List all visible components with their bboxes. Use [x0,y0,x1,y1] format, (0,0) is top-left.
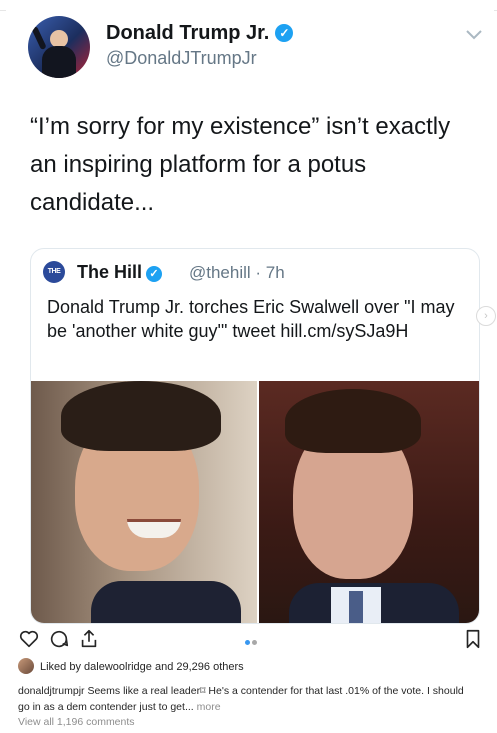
heart-icon[interactable] [18,628,40,650]
author-name[interactable]: Donald Trump Jr. ✓ [106,22,294,45]
liker-avatar [18,658,34,674]
quoted-tweet-header: THE HILL The Hill ✓ @thehill · 7h [43,261,463,297]
quoted-author-name[interactable]: The Hill ✓ [77,262,163,283]
bookmark-icon[interactable] [462,628,484,650]
tweet-text: “I’m sorry for my existence” isn’t exact… [30,113,451,216]
chevron-right-icon[interactable]: › [476,306,496,326]
carousel-dot [252,640,257,645]
quoted-tweet-images[interactable] [31,381,479,623]
view-all-comments-link[interactable]: View all 1,196 comments [18,716,135,728]
author-handle[interactable]: @DonaldJTrumpJr [106,48,257,69]
photo-right [259,381,479,623]
verified-badge-icon: ✓ [275,24,294,42]
post-caption: donaldjtrumpjr Seems like a real leader⌑… [18,683,478,715]
verified-badge-icon: ✓ [146,266,163,282]
quoted-tweet[interactable]: THE HILL The Hill ✓ @thehill · 7h Donald … [30,248,480,624]
caption-more-link[interactable]: more [197,701,221,713]
share-icon[interactable] [78,628,100,650]
tweet-header: Donald Trump Jr. ✓ @DonaldJTrumpJr [24,16,484,78]
photo-left [31,381,257,623]
quoted-handle-time: @thehill · 7h [189,263,285,282]
carousel-indicator [244,632,258,650]
likes-summary[interactable]: Liked by dalewoolridge and 29,296 others [18,658,244,676]
carousel-dot-active [245,640,250,645]
comment-icon[interactable] [48,628,70,650]
embedded-tweet-image: Donald Trump Jr. ✓ @DonaldJTrumpJr “I’m s… [6,0,496,624]
caption-text: Seems like a real leader⌑ He's a contend… [18,685,464,713]
caption-username[interactable]: donaldjtrumpjr [18,685,85,697]
the-hill-logo: THE HILL [43,261,65,297]
quoted-tweet-text: Donald Trump Jr. torches Eric Swalwell o… [47,297,455,341]
chevron-down-icon[interactable] [464,28,484,42]
author-avatar[interactable] [28,16,90,78]
